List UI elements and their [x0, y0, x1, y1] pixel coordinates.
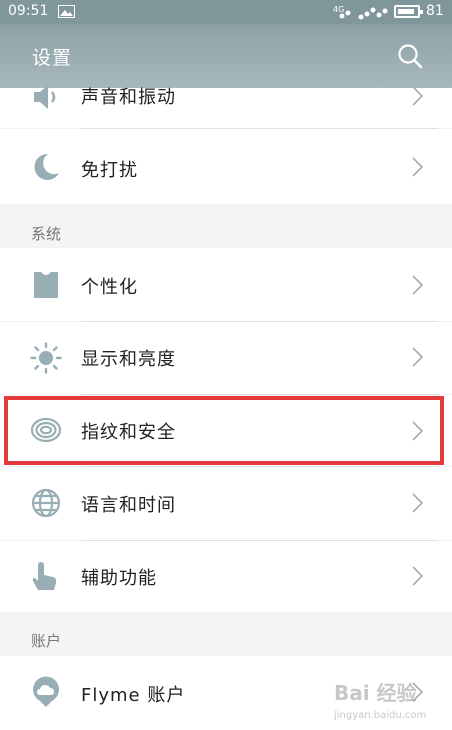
section-title-system: 系统 — [31, 225, 62, 243]
settings-row-display[interactable]: 显示和亮度 — [0, 322, 452, 394]
battery-icon — [394, 5, 423, 18]
globe-icon — [31, 488, 61, 518]
settings-row-personalize[interactable]: 个性化 — [0, 248, 452, 321]
chevron-right-icon — [412, 493, 424, 513]
cloud-pin-icon — [33, 676, 59, 707]
settings-row-label: 显示和亮度 — [81, 349, 176, 370]
settings-row-accessibility[interactable]: 辅助功能 — [0, 541, 452, 612]
chevron-right-icon — [412, 86, 424, 106]
moon-icon — [34, 153, 59, 180]
settings-row-dnd[interactable]: 免打扰 — [0, 129, 452, 204]
chevron-right-icon — [412, 157, 424, 177]
baidu-jingyan-watermark: Bai 经验 jingyan.baidu.com — [333, 681, 426, 721]
image-notification-icon — [58, 5, 75, 18]
search-icon[interactable] — [397, 43, 423, 69]
chevron-right-icon — [412, 566, 424, 586]
chevron-right-icon — [412, 275, 424, 295]
chevron-right-icon — [412, 347, 424, 367]
watermark-subtext: jingyan.baidu.com — [333, 710, 426, 721]
settings-row-label: 个性化 — [81, 277, 138, 298]
settings-row-label: 声音和振动 — [81, 87, 176, 108]
settings-row-label: Flyme 账户 — [81, 685, 186, 706]
settings-row-label: 语言和时间 — [81, 495, 176, 516]
shirt-icon — [34, 272, 58, 298]
settings-row-label: 免打扰 — [81, 160, 138, 181]
network-type-label: 4G — [333, 5, 344, 14]
status-time: 09:51 — [8, 3, 49, 19]
sun-icon — [30, 342, 62, 374]
hand-icon — [32, 562, 57, 590]
signal-icon: 4G — [333, 5, 388, 20]
battery-percent: 81 — [426, 3, 444, 19]
highlight-frame — [4, 396, 444, 465]
page-title: 设置 — [32, 47, 73, 69]
section-title-account: 账户 — [31, 632, 62, 650]
settings-row-label: 辅助功能 — [81, 568, 157, 589]
app-header: 设置 — [0, 24, 452, 88]
settings-row-sound[interactable]: 声音和振动 — [0, 85, 452, 128]
watermark-text: Bai 经验 — [334, 681, 417, 705]
speaker-icon — [34, 85, 56, 109]
settings-row-language[interactable]: 语言和时间 — [0, 467, 452, 540]
status-bar: 09:51 4G 81 — [0, 0, 452, 24]
